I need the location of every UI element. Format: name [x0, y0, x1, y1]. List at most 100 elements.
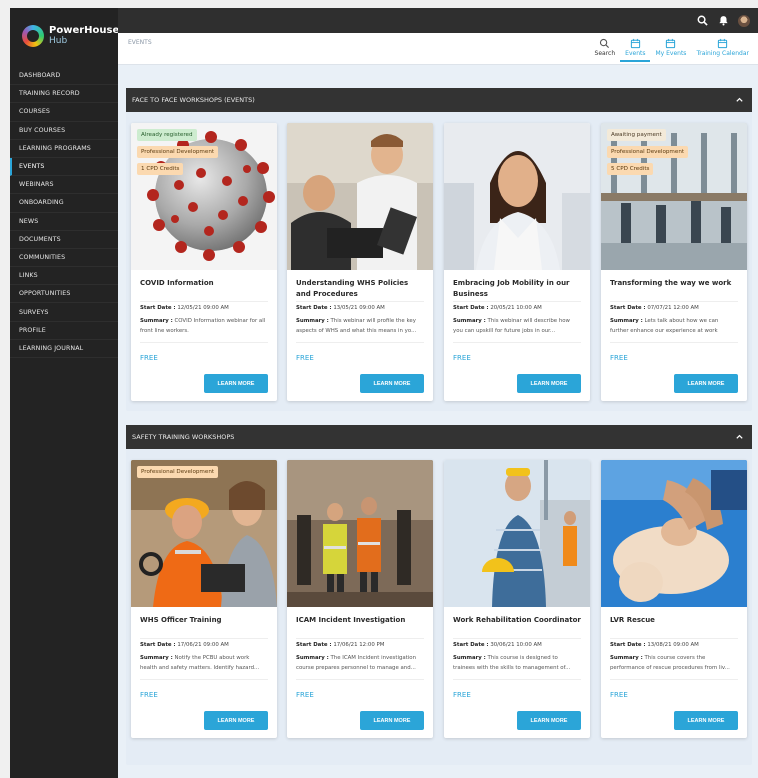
sidebar-item-profile[interactable]: PROFILE	[10, 322, 118, 340]
sidebar-item-communities[interactable]: COMMUNITIES	[10, 249, 118, 268]
sidebar-item-webinars[interactable]: WEBINARS	[10, 176, 118, 195]
sidebar-item-training-record[interactable]: TRAINING RECORD	[10, 85, 118, 104]
card-title[interactable]: Understanding WHS Policies and Procedure…	[296, 278, 424, 300]
subnav-search[interactable]: Search	[590, 36, 621, 62]
user-avatar[interactable]	[738, 14, 750, 27]
sidebar-item-links[interactable]: LINKS	[10, 267, 118, 286]
sidebar-item-learning-journal[interactable]: LEARNING JOURNAL	[10, 340, 118, 358]
tab-training-calendar[interactable]: Training Calendar	[691, 36, 754, 62]
section-header[interactable]: SAFETY TRAINING WORKSHOPS	[126, 425, 752, 449]
event-card-lvr-rescue[interactable]: LVR Rescue Start Date : 13/08/21 09:00 A…	[601, 460, 747, 738]
card-summary: Summary : Notify the PCBU about work hea…	[140, 655, 260, 671]
sub-header: EVENTS Search Events My Events Training …	[118, 33, 758, 65]
category-badge: Professional Development	[607, 146, 689, 158]
event-card-whs-policies[interactable]: Understanding WHS Policies and Procedure…	[287, 123, 433, 401]
card-start-date: Start Date : 17/06/21 12:00 PM	[296, 642, 385, 648]
card-price: FREE	[610, 354, 628, 362]
bell-icon[interactable]	[717, 15, 729, 27]
sidebar-nav: DASHBOARD TRAINING RECORD COURSES BUY CO…	[10, 67, 118, 358]
section-title: FACE TO FACE WORKSHOPS (EVENTS)	[132, 96, 255, 104]
card-summary: Summary : This course is designed to tra…	[453, 655, 571, 671]
subnav-search-label: Search	[594, 50, 616, 57]
card-start-date: Start Date : 20/05/21 10:00 AM	[453, 305, 542, 311]
learn-more-button[interactable]: LEARN MORE	[674, 374, 738, 393]
card-price: FREE	[296, 354, 314, 362]
calendar-icon	[717, 36, 728, 50]
card-price: FREE	[296, 691, 314, 699]
event-card-covid[interactable]: Already registered Professional Developm…	[131, 123, 277, 401]
card-image-icam	[287, 460, 433, 607]
card-title[interactable]: WHS Officer Training	[140, 615, 268, 626]
calendar-icon	[630, 36, 641, 50]
card-price: FREE	[453, 354, 471, 362]
tab-training-calendar-label: Training Calendar	[696, 50, 749, 57]
learn-more-button[interactable]: LEARN MORE	[517, 711, 581, 730]
sidebar-item-surveys[interactable]: SURVEYS	[10, 303, 118, 322]
chevron-up-icon[interactable]	[735, 95, 744, 106]
sidebar: PowerHouse Hub DASHBOARD TRAINING RECORD…	[10, 8, 120, 778]
card-summary: Summary : Lets talk about how we can fur…	[610, 318, 719, 334]
card-image-work-rehabilitation	[444, 460, 590, 607]
learn-more-button[interactable]: LEARN MORE	[204, 374, 268, 393]
card-price: FREE	[610, 691, 628, 699]
card-image-lvr-rescue	[601, 460, 747, 607]
event-card-whs-officer[interactable]: Professional Development WHS Officer Tra…	[131, 460, 277, 738]
card-summary: Summary : This course covers the perform…	[610, 655, 730, 671]
tab-events-label: Events	[625, 50, 646, 57]
card-title[interactable]: COVID Information	[140, 278, 268, 289]
sidebar-item-learning-programs[interactable]: LEARNING PROGRAMS	[10, 140, 118, 158]
sidebar-item-documents[interactable]: DOCUMENTS	[10, 231, 118, 249]
sidebar-item-onboarding[interactable]: ONBOARDING	[10, 194, 118, 213]
card-summary: Summary : The ICAM Incident investigatio…	[296, 655, 417, 671]
sidebar-item-news[interactable]: NEWS	[10, 213, 118, 231]
logo-subtext: Hub	[49, 35, 68, 46]
event-card-work-rehabilitation[interactable]: Work Rehabilitation Coordinator Start Da…	[444, 460, 590, 738]
breadcrumb: EVENTS	[128, 39, 152, 46]
learn-more-button[interactable]: LEARN MORE	[674, 711, 738, 730]
learn-more-button[interactable]: LEARN MORE	[360, 374, 424, 393]
tab-my-events[interactable]: My Events	[650, 36, 691, 62]
card-image-job-mobility	[444, 123, 590, 270]
card-title[interactable]: Embracing Job Mobility in our Business	[453, 278, 581, 300]
chevron-up-icon[interactable]	[735, 432, 744, 443]
event-card-transforming-work[interactable]: Awaiting payment Professional Developmen…	[601, 123, 747, 401]
search-icon	[599, 36, 610, 50]
card-start-date: Start Date : 13/08/21 09:00 AM	[610, 642, 699, 648]
event-card-job-mobility[interactable]: Embracing Job Mobility in our Business S…	[444, 123, 590, 401]
tab-events[interactable]: Events	[620, 36, 651, 62]
card-title[interactable]: Transforming the way we work	[610, 278, 738, 289]
card-image-covid: Already registered Professional Developm…	[131, 123, 277, 270]
card-summary: Summary : COVID Information webinar for …	[140, 318, 266, 334]
learn-more-button[interactable]: LEARN MORE	[517, 374, 581, 393]
main-content: FACE TO FACE WORKSHOPS (EVENTS) Already …	[118, 65, 758, 778]
event-card-icam[interactable]: ICAM Incident Investigation Start Date :…	[287, 460, 433, 738]
card-title[interactable]: Work Rehabilitation Coordinator	[453, 615, 581, 626]
sidebar-item-opportunities[interactable]: OPPORTUNITIES	[10, 285, 118, 304]
card-start-date: Start Date : 13/05/21 09:00 AM	[296, 305, 385, 311]
category-badge: Professional Development	[137, 466, 219, 478]
section-face-to-face-workshops: FACE TO FACE WORKSHOPS (EVENTS) Already …	[126, 88, 752, 411]
sidebar-item-courses[interactable]: COURSES	[10, 103, 118, 122]
learn-more-button[interactable]: LEARN MORE	[204, 711, 268, 730]
logo-text: PowerHouse	[49, 24, 120, 36]
card-title[interactable]: ICAM Incident Investigation	[296, 615, 424, 626]
sidebar-item-buy-courses[interactable]: BUY COURSES	[10, 122, 118, 140]
top-bar	[118, 8, 758, 33]
calendar-icon	[665, 36, 676, 50]
section-header[interactable]: FACE TO FACE WORKSHOPS (EVENTS)	[126, 88, 752, 112]
logo-icon	[22, 24, 44, 47]
card-price: FREE	[453, 691, 471, 699]
card-title[interactable]: LVR Rescue	[610, 615, 738, 626]
tab-my-events-label: My Events	[655, 50, 687, 57]
sidebar-item-dashboard[interactable]: DASHBOARD	[10, 67, 118, 86]
learn-more-button[interactable]: LEARN MORE	[360, 711, 424, 730]
sidebar-item-events[interactable]: EVENTS	[10, 157, 118, 177]
card-summary: Summary : This webinar will profile the …	[296, 318, 417, 334]
section-title: SAFETY TRAINING WORKSHOPS	[132, 433, 235, 441]
card-price: FREE	[140, 691, 158, 699]
logo[interactable]: PowerHouse Hub	[10, 8, 120, 63]
category-badge: Professional Development	[137, 146, 219, 158]
search-icon[interactable]	[696, 15, 708, 27]
status-badge: Awaiting payment	[607, 129, 666, 141]
credits-badge: 5 CPD Credits	[607, 163, 654, 175]
